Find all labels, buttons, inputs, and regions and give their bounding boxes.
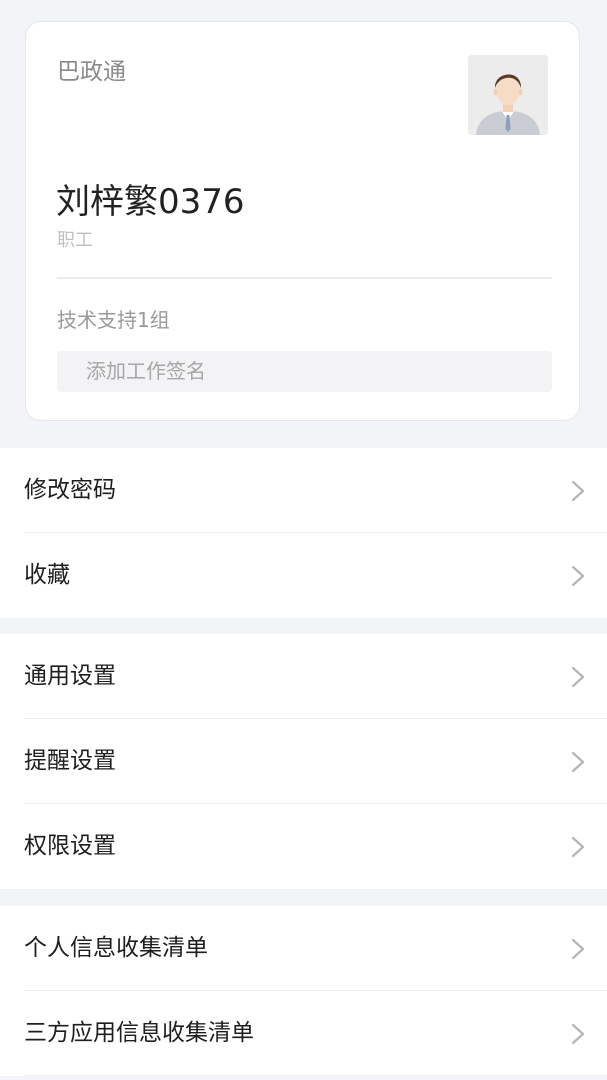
menu-item-third-party-info-list[interactable]: 三方应用信息收集清单 (0, 991, 607, 1076)
menu-item-change-password[interactable]: 修改密码 (0, 448, 607, 533)
profile-card: 巴政通 刘梓繁0376 职工 技术支持1组 添加工作签名 (25, 21, 580, 421)
chevron-right-icon (571, 938, 585, 960)
chevron-right-icon (571, 565, 585, 587)
menu-item-reminder-settings[interactable]: 提醒设置 (0, 719, 607, 804)
menu-group-settings: 通用设置 提醒设置 权限设置 (0, 634, 607, 889)
menu-group-account: 修改密码 收藏 (0, 448, 607, 618)
chevron-right-icon (571, 751, 585, 773)
menu-item-label: 三方应用信息收集清单 (24, 1020, 254, 1046)
avatar-icon (468, 55, 548, 135)
department-label: 技术支持1组 (57, 308, 170, 332)
org-name: 巴政通 (57, 59, 126, 85)
chevron-right-icon (571, 1023, 585, 1045)
menu-item-label: 通用设置 (24, 663, 116, 689)
menu-item-favorites[interactable]: 收藏 (0, 533, 607, 618)
menu-item-label: 提醒设置 (24, 748, 116, 774)
menu-item-label: 收藏 (24, 562, 70, 588)
chevron-right-icon (571, 666, 585, 688)
menu-item-general-settings[interactable]: 通用设置 (0, 634, 607, 719)
menu-group-privacy: 个人信息收集清单 三方应用信息收集清单 (0, 906, 607, 1076)
chevron-right-icon (571, 480, 585, 502)
card-divider (57, 277, 552, 279)
work-signature-input[interactable]: 添加工作签名 (57, 351, 552, 392)
menu-item-label: 修改密码 (24, 477, 116, 503)
menu-item-label: 权限设置 (24, 833, 116, 859)
user-role: 职工 (57, 230, 93, 251)
menu-item-label: 个人信息收集清单 (24, 935, 208, 961)
divider (24, 1075, 607, 1076)
chevron-right-icon (571, 836, 585, 858)
user-name: 刘梓繁0376 (56, 182, 245, 222)
menu-item-permission-settings[interactable]: 权限设置 (0, 804, 607, 889)
menu-item-personal-info-list[interactable]: 个人信息收集清单 (0, 906, 607, 991)
avatar[interactable] (468, 55, 548, 135)
